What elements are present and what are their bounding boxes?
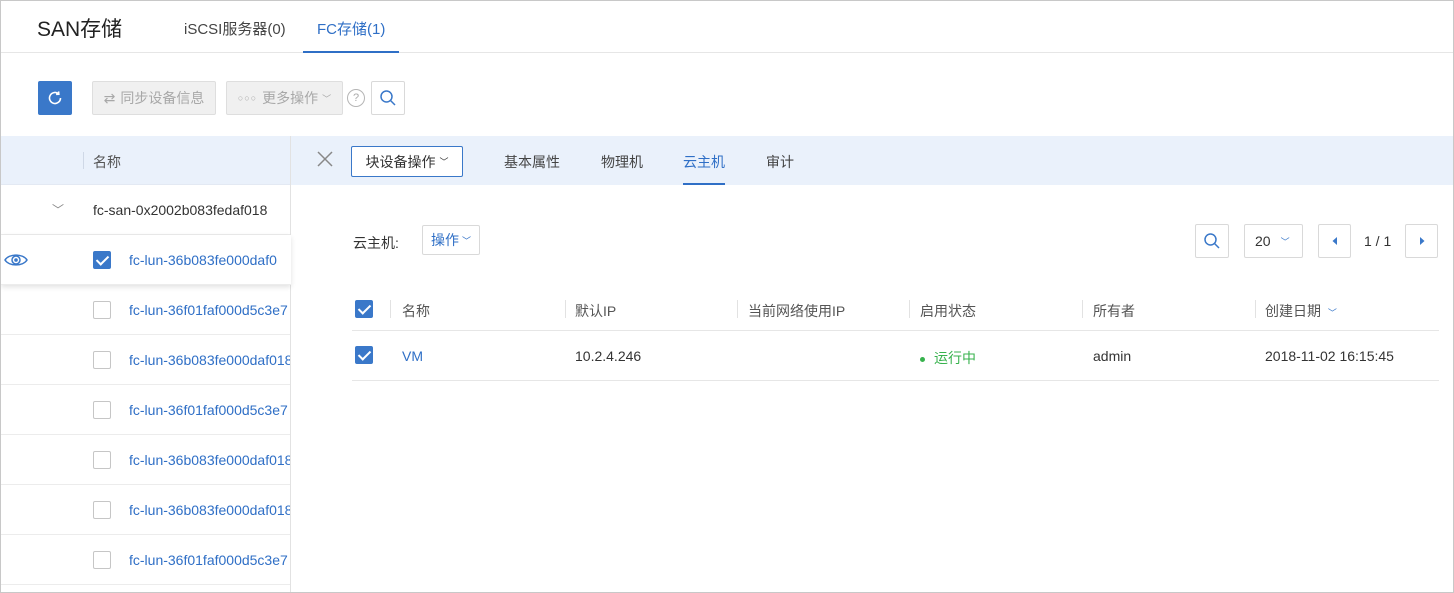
row-checkbox[interactable]: [355, 346, 373, 364]
tab-audit[interactable]: 审计: [766, 152, 794, 185]
vm-name-link[interactable]: VM: [402, 348, 423, 364]
lun-link[interactable]: fc-lun-36f01faf000d5c3e7: [129, 302, 288, 318]
row-checkbox[interactable]: [93, 301, 111, 319]
eye-icon[interactable]: [4, 252, 28, 271]
panel-divider[interactable]: [290, 136, 291, 592]
list-item[interactable]: fc-lun-36f01faf000d5c3e7: [1, 385, 291, 435]
tab-vm-instance[interactable]: 云主机: [683, 152, 725, 185]
list-item[interactable]: fc-lun-36f01faf000d5c3e7: [1, 285, 291, 335]
list-item[interactable]: fc-lun-36b083fe000daf018: [1, 435, 291, 485]
sync-icon: ⇄: [103, 89, 116, 106]
lun-link[interactable]: fc-lun-36b083fe000daf018: [129, 452, 291, 468]
column-header-name[interactable]: 名称: [402, 301, 430, 321]
vm-section-label: 云主机:: [353, 235, 399, 251]
sort-chevron-icon[interactable]: ﹀: [1328, 308, 1337, 318]
page-size-select[interactable]: 20 ﹀: [1244, 224, 1303, 258]
column-header-status[interactable]: 启用状态: [920, 301, 976, 321]
list-item[interactable]: fc-lun-36f01faf000d5c3e7: [1, 535, 291, 585]
search-icon: [1204, 233, 1220, 249]
column-separator: [565, 300, 566, 318]
status-cell: 运行中: [920, 348, 976, 368]
created-date-cell: 2018-11-02 16:15:45: [1265, 348, 1394, 364]
tab-iscsi-server[interactable]: iSCSI服务器(0): [184, 18, 286, 53]
column-separator: [1255, 300, 1256, 318]
more-dots-icon: ○○○: [237, 93, 258, 103]
list-item[interactable]: fc-lun-36b083fe000daf0: [1, 235, 291, 285]
tab-fc-storage[interactable]: FC存储(1): [303, 18, 400, 53]
column-header-owner[interactable]: 所有者: [1093, 301, 1135, 321]
row-checkbox[interactable]: [93, 451, 111, 469]
more-actions-label: 更多操作: [262, 90, 319, 106]
column-header-current-ip[interactable]: 当前网络使用IP: [748, 301, 845, 321]
column-separator: [83, 152, 84, 169]
prev-page-button[interactable]: [1318, 224, 1351, 258]
row-checkbox[interactable]: [93, 351, 111, 369]
row-checkbox[interactable]: [93, 501, 111, 519]
block-device-actions-button[interactable]: 块设备操作 ﹀: [351, 146, 463, 177]
column-header-default-ip[interactable]: 默认IP: [575, 301, 616, 321]
list-item[interactable]: fc-lun-36b083fe000daf018: [1, 335, 291, 385]
default-ip-cell: 10.2.4.246: [575, 348, 642, 364]
page-indicator: 1 / 1: [1364, 233, 1392, 249]
vm-actions-label: 操作: [430, 232, 459, 248]
row-checkbox[interactable]: [93, 251, 111, 269]
lun-link[interactable]: fc-lun-36b083fe000daf0: [129, 252, 277, 268]
search-button[interactable]: [371, 81, 405, 115]
tab-physical-host[interactable]: 物理机: [601, 152, 643, 185]
column-header-created[interactable]: 创建日期 ﹀: [1265, 301, 1337, 321]
page-size-value: 20: [1255, 233, 1271, 249]
tab-basic-properties[interactable]: 基本属性: [504, 152, 560, 185]
column-separator: [390, 300, 391, 318]
caret-right-icon: [1419, 237, 1424, 245]
column-separator: [1082, 300, 1083, 318]
table-header: 名称 默认IP 当前网络使用IP 启用状态 所有者 创建日期 ﹀: [352, 288, 1439, 331]
sync-label: 同步设备信息: [120, 90, 205, 106]
column-separator: [909, 300, 910, 318]
list-item[interactable]: fc-lun-36b083fe000daf018: [1, 485, 291, 535]
refresh-button[interactable]: [38, 81, 72, 115]
group-row[interactable]: ﹀ fc-san-0x2002b083fedaf018: [1, 185, 291, 235]
close-icon[interactable]: [316, 150, 334, 171]
owner-cell: admin: [1093, 348, 1132, 364]
search-icon: [380, 90, 396, 106]
caret-left-icon: [1332, 237, 1337, 245]
column-separator: [737, 300, 738, 318]
more-actions-button[interactable]: ○○○ 更多操作 ﹀: [226, 81, 343, 115]
page-title: SAN存储: [37, 18, 123, 41]
status-dot-icon: [920, 356, 925, 362]
chevron-down-icon[interactable]: ﹀: [52, 201, 64, 218]
help-icon[interactable]: ?: [347, 89, 365, 107]
column-header-name[interactable]: 名称: [93, 152, 121, 172]
table-row[interactable]: VM 10.2.4.246 运行中 admin 2018-11-02 16:15…: [352, 331, 1439, 381]
chevron-down-icon: ﹀: [439, 157, 449, 167]
column-header-created-label: 创建日期: [1265, 303, 1321, 319]
refresh-icon: [48, 91, 62, 105]
vm-search-button[interactable]: [1195, 224, 1229, 258]
list-header: 名称: [1, 136, 291, 185]
chevron-down-icon: ﹀: [461, 235, 471, 246]
chevron-down-icon: ﹀: [1280, 236, 1290, 247]
lun-link[interactable]: fc-lun-36f01faf000d5c3e7: [129, 552, 288, 568]
row-checkbox[interactable]: [93, 551, 111, 569]
block-device-actions-label: 块设备操作: [365, 153, 436, 170]
next-page-button[interactable]: [1405, 224, 1438, 258]
lun-link[interactable]: fc-lun-36b083fe000daf018: [129, 352, 291, 368]
vm-actions-button[interactable]: 操作 ﹀: [422, 225, 480, 255]
lun-link[interactable]: fc-lun-36b083fe000daf018: [129, 502, 291, 518]
detail-header: 块设备操作 ﹀ 基本属性 物理机 云主机 审计: [291, 136, 1453, 185]
group-name: fc-san-0x2002b083fedaf018: [93, 202, 268, 218]
status-text: 运行中: [934, 350, 976, 366]
top-bar: SAN存储 iSCSI服务器(0) FC存储(1): [1, 1, 1453, 53]
lun-link[interactable]: fc-lun-36f01faf000d5c3e7: [129, 402, 288, 418]
sync-device-info-button[interactable]: ⇄ 同步设备信息: [92, 81, 216, 115]
chevron-down-icon: ﹀: [322, 93, 332, 104]
row-checkbox[interactable]: [93, 401, 111, 419]
select-all-checkbox[interactable]: [355, 300, 373, 318]
app-window: SAN存储 iSCSI服务器(0) FC存储(1) ⇄ 同步设备信息 ○○○ 更…: [0, 0, 1454, 593]
